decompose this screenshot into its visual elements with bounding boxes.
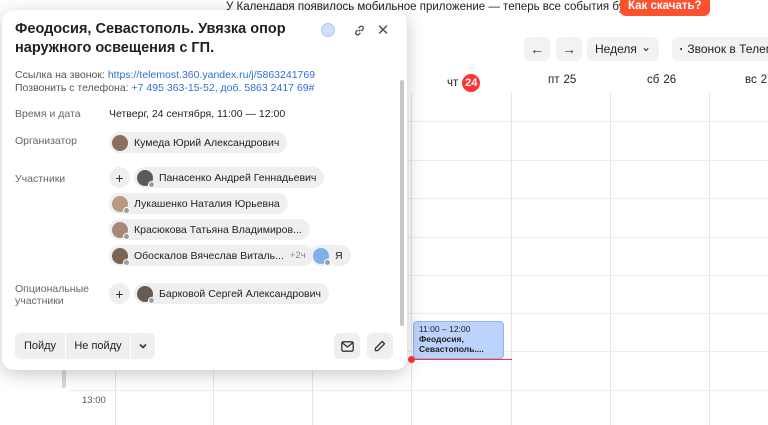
event-popup-title: Феодосия, Севастополь. Увязка опор наруж… [15, 21, 286, 56]
more-options-button[interactable] [131, 333, 155, 359]
participants-label: Участники [15, 173, 66, 185]
participant-chip[interactable]: Обоскалов Вячеслав Виталь... +2ч [109, 245, 314, 266]
participant-name: Лукашенко Наталия Юрьевна [134, 197, 280, 210]
avatar [112, 195, 130, 214]
avatar [313, 247, 331, 266]
time-date-label: Время и дата [15, 108, 81, 120]
download-app-button[interactable]: Как скачать? [620, 0, 710, 16]
day-header-thu[interactable]: чт 24 [447, 74, 481, 92]
organizer-label: Организатор [15, 135, 77, 147]
participant-name: Барковой Сергей Александрович [159, 287, 321, 300]
day-header-sun[interactable]: вс 27 [745, 74, 768, 86]
avatar [137, 169, 155, 188]
chevron-down-icon [139, 343, 147, 349]
close-icon: ✕ [376, 22, 390, 39]
organizer-chip[interactable]: Кумеда Юрий Александрович [109, 132, 288, 153]
phone-label: Позвонить с телефона: [15, 82, 132, 94]
edit-button[interactable] [367, 333, 393, 359]
avatar [112, 247, 130, 266]
arrow-right-icon: → [562, 41, 576, 57]
telemost-icon [680, 47, 683, 51]
event-popup: Феодосия, Севастополь. Увязка опор наруж… [2, 10, 407, 370]
day-header-sat[interactable]: сб 26 [647, 74, 676, 86]
avatar [137, 285, 155, 304]
avatar [112, 221, 130, 240]
participant-chip[interactable]: Панасенко Андрей Геннадьевич [134, 167, 325, 188]
close-button[interactable]: ✕ [374, 21, 392, 39]
calendar-event[interactable]: 11:00 – 12:00 Феодосия, Севастополь.... [413, 321, 504, 359]
organizer-name: Кумеда Юрий Александрович [134, 136, 280, 149]
view-select[interactable]: Неделя ⌄ [587, 37, 659, 61]
scrollbar[interactable] [62, 370, 66, 388]
mail-icon [340, 340, 354, 352]
chevron-down-icon: ⌄ [640, 40, 651, 54]
event-color-picker[interactable] [321, 23, 335, 37]
event-time: 11:00 – 12:00 [419, 324, 471, 334]
link-icon [354, 25, 364, 35]
participant-extra: +2ч [289, 250, 306, 261]
copy-link-button[interactable] [350, 21, 368, 39]
pencil-icon [374, 340, 386, 352]
participant-name: Панасенко Андрей Геннадьевич [159, 171, 317, 184]
current-time-dot [408, 356, 415, 363]
participant-name: Красюкова Татьяна Владимиров... [134, 223, 302, 236]
view-select-label: Неделя [595, 42, 637, 56]
event-title-line2: Севастополь.... [419, 344, 484, 354]
phone-line: Позвонить с телефона: +7 495 363-15-52, … [15, 82, 314, 94]
avatar [112, 134, 128, 151]
add-optional-button[interactable]: + [109, 283, 130, 304]
plus-icon: + [115, 169, 124, 186]
optional-participant-chip[interactable]: Барковой Сергей Александрович [134, 283, 329, 304]
participant-chip[interactable]: Красюкова Татьяна Владимиров... [109, 219, 310, 240]
current-time-line [412, 359, 512, 360]
call-telemost-button[interactable]: Звонок в Телем [672, 37, 768, 61]
plus-icon: + [115, 285, 124, 302]
arrow-left-icon: ← [530, 41, 544, 57]
call-link[interactable]: https://telemost.360.yandex.ru/j/5863241… [108, 69, 315, 81]
day-header-fri[interactable]: пт 25 [548, 74, 576, 86]
participant-chip-me[interactable]: Я [310, 245, 351, 266]
call-link-label: Ссылка на звонок: [15, 69, 108, 81]
participant-name: Я [335, 249, 343, 262]
participant-name: Обоскалов Вячеслав Виталь... [134, 249, 284, 262]
time-gutter [0, 370, 60, 425]
call-link-line: Ссылка на звонок: https://telemost.360.y… [15, 69, 315, 81]
add-participant-button[interactable]: + [109, 167, 130, 188]
today-badge: 24 [462, 74, 481, 92]
time-date-value: Четверг, 24 сентября, 11:00 — 12:00 [109, 108, 286, 120]
time-label-13: 13:00 [82, 395, 106, 406]
phone-link[interactable]: +7 495 363-15-52, доб. 5863 2417 69# [132, 82, 315, 94]
decline-button[interactable]: Не пойду [66, 333, 130, 359]
popup-scrollbar[interactable] [400, 80, 404, 326]
optional-label: Опциональные участники [15, 283, 89, 307]
accept-button[interactable]: Пойду [15, 333, 65, 359]
call-telemost-label: Звонок в Телем [687, 42, 768, 56]
next-week-button[interactable]: → [556, 37, 582, 61]
participant-chip[interactable]: Лукашенко Наталия Юрьевна [109, 193, 288, 214]
email-button[interactable] [334, 333, 360, 359]
prev-week-button[interactable]: ← [524, 37, 550, 61]
event-title: Феодосия, [419, 334, 464, 344]
